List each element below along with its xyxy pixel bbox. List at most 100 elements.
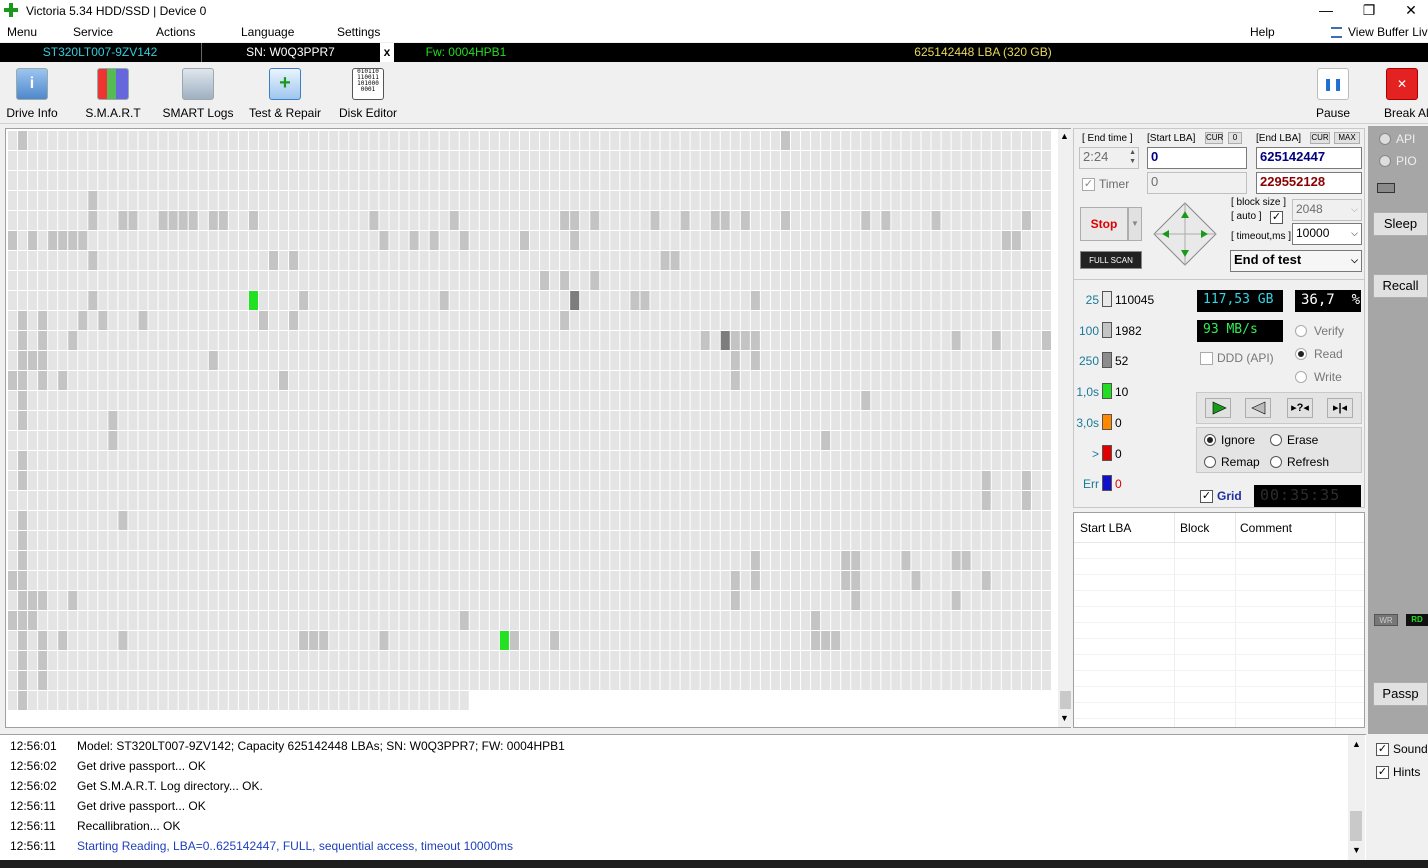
menu-service[interactable]: Service — [73, 25, 113, 39]
erase-radio[interactable] — [1270, 434, 1282, 446]
scan-grid — [8, 131, 1051, 710]
smart-button[interactable]: S.M.A.R.T — [82, 64, 144, 122]
scan-block — [780, 511, 790, 530]
ignore-radio[interactable] — [1204, 434, 1216, 446]
scan-block — [279, 251, 289, 270]
scan-block — [198, 651, 208, 670]
scan-block — [600, 631, 610, 650]
scroll-up-icon[interactable]: ▲ — [1060, 131, 1069, 141]
refresh-radio[interactable] — [1270, 456, 1282, 468]
end-time-field[interactable]: 2:24 ▲ ▼ — [1079, 147, 1139, 169]
minimize-button[interactable]: — — [1303, 0, 1349, 22]
close-button[interactable]: ✕ — [1388, 0, 1428, 22]
device-close-button[interactable]: x — [380, 43, 394, 62]
stop-dropdown-icon[interactable]: ▼ — [1128, 207, 1142, 241]
col-start-lba[interactable]: Start LBA — [1080, 521, 1131, 535]
timer-checkbox[interactable]: ✓ — [1082, 178, 1095, 191]
auto-checkbox[interactable]: ✓ — [1270, 211, 1283, 224]
end-cur-button[interactable]: CUR — [1310, 132, 1330, 144]
scan-block — [630, 571, 640, 590]
scan-block — [570, 411, 580, 430]
scan-block — [469, 311, 479, 330]
scan-block — [158, 151, 168, 170]
log-time: 12:56:11 — [10, 819, 56, 833]
timeout-select[interactable]: 10000 ⌵ — [1292, 223, 1362, 245]
scan-block — [770, 411, 780, 430]
scan-block — [299, 571, 309, 590]
test-repair-button[interactable]: + Test & Repair — [246, 64, 324, 122]
passport-button[interactable]: Passp — [1373, 682, 1428, 706]
hints-checkbox[interactable]: ✓ — [1376, 766, 1389, 779]
menu-language[interactable]: Language — [241, 25, 294, 39]
grid-scrollbar[interactable]: ▲ ▼ — [1058, 129, 1072, 727]
scan-block — [188, 191, 198, 210]
scan-block — [680, 571, 690, 590]
scan-block — [198, 191, 208, 210]
scan-block — [228, 411, 238, 430]
scan-block — [881, 251, 891, 270]
scan-block — [750, 311, 760, 330]
api-radio[interactable] — [1379, 133, 1391, 145]
scan-block — [951, 171, 961, 190]
view-buffer-live[interactable]: View Buffer Live — [1348, 25, 1428, 39]
recall-button[interactable]: Recall — [1373, 274, 1428, 298]
drive-info-button[interactable]: i Drive Info — [3, 64, 61, 122]
ddd-label: DDD (API) — [1217, 351, 1274, 365]
break-all-button[interactable]: ✕ Break All — [1380, 64, 1428, 122]
scroll-up-icon[interactable]: ▲ — [1352, 739, 1361, 749]
menu-settings[interactable]: Settings — [337, 25, 380, 39]
log-scrollbar[interactable]: ▲ ▼ — [1348, 735, 1365, 861]
scroll-down-icon[interactable]: ▼ — [1352, 845, 1361, 855]
stop-button[interactable]: Stop — [1080, 207, 1128, 241]
timer-field[interactable]: 0 — [1147, 172, 1247, 194]
end-lba-input[interactable]: 625142447 — [1256, 147, 1362, 169]
pio-radio[interactable] — [1379, 155, 1391, 167]
scroll-thumb[interactable] — [1060, 691, 1071, 709]
scan-block — [670, 151, 680, 170]
full-scan-button[interactable]: FULL SCAN — [1080, 251, 1142, 269]
col-comment[interactable]: Comment — [1240, 521, 1292, 535]
scan-grid-panel: ▲ ▼ — [5, 128, 1072, 728]
scan-block — [248, 451, 258, 470]
block-size-select[interactable]: 2048 ⌵ — [1292, 199, 1362, 221]
grid-checkbox[interactable]: ✓ — [1200, 490, 1213, 503]
menu-menu[interactable]: Menu — [7, 25, 37, 39]
taskbar-strip — [0, 860, 1428, 868]
disk-editor-button[interactable]: 010110 110011 101000 0001 Disk Editor — [336, 64, 400, 122]
ddd-checkbox[interactable] — [1200, 352, 1213, 365]
verify-radio[interactable] — [1295, 325, 1307, 337]
play-button[interactable] — [1205, 398, 1231, 418]
end-of-test-select[interactable]: End of test ⌵ — [1230, 250, 1362, 272]
rewind-button[interactable] — [1245, 398, 1271, 418]
divider — [1074, 279, 1364, 280]
scan-block — [38, 391, 48, 410]
direction-pad[interactable] — [1152, 201, 1218, 267]
menu-help[interactable]: Help — [1250, 25, 1275, 39]
menu-actions[interactable]: Actions — [156, 25, 195, 39]
scan-block — [389, 131, 399, 150]
spinner-icon[interactable]: ▲ ▼ — [1129, 148, 1136, 166]
scan-block — [931, 411, 941, 430]
maximize-button[interactable]: ❐ — [1346, 0, 1392, 22]
start-cur-button[interactable]: CUR — [1205, 132, 1223, 144]
random-access-icon[interactable]: ▸?◂ — [1287, 398, 1313, 418]
write-radio[interactable] — [1295, 371, 1307, 383]
scroll-down-icon[interactable]: ▼ — [1060, 713, 1069, 723]
scan-block — [198, 151, 208, 170]
col-block[interactable]: Block — [1180, 521, 1209, 535]
scan-block — [600, 191, 610, 210]
device-model[interactable]: ST320LT007-9ZV142 — [0, 43, 200, 62]
sound-checkbox[interactable]: ✓ — [1376, 743, 1389, 756]
scan-block — [1041, 571, 1051, 590]
scan-block — [499, 411, 509, 430]
end-max-button[interactable]: MAX — [1334, 132, 1360, 144]
start-lba-input[interactable]: 0 — [1147, 147, 1247, 169]
smart-logs-button[interactable]: SMART Logs — [160, 64, 236, 122]
sleep-button[interactable]: Sleep — [1373, 212, 1428, 236]
start-zero-button[interactable]: 0 — [1228, 132, 1242, 144]
butterfly-icon[interactable]: ▸|◂ — [1327, 398, 1353, 418]
pause-button[interactable]: ❚❚ Pause — [1310, 64, 1356, 122]
read-radio[interactable] — [1295, 348, 1307, 360]
remap-radio[interactable] — [1204, 456, 1216, 468]
scroll-thumb[interactable] — [1350, 811, 1362, 841]
